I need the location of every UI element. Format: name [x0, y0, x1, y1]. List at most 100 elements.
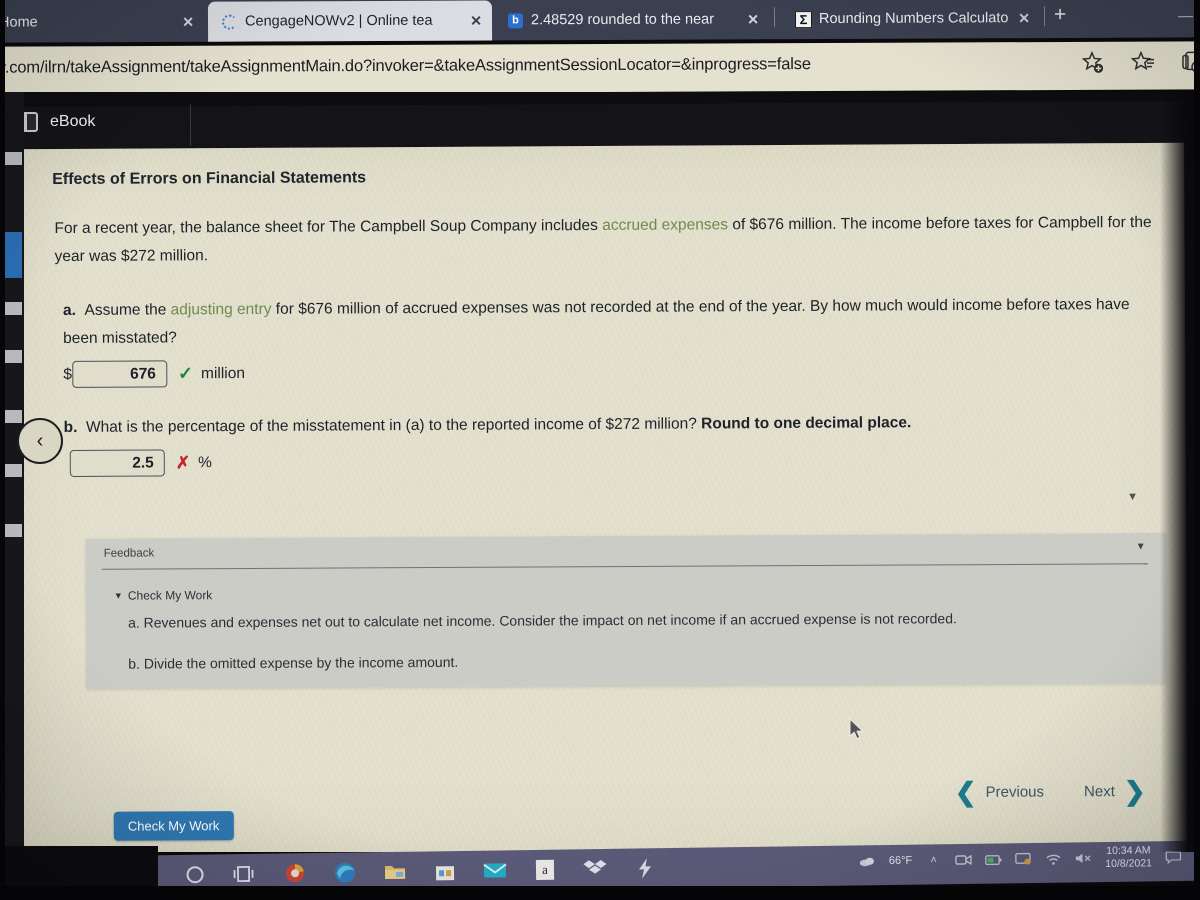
loading-spinner-icon	[221, 13, 238, 30]
monitor-screen: Home ✕ CengageNOWv2 | Online tea ✕ b 2.4…	[0, 0, 1200, 900]
feedback-collapse-caret-icon[interactable]: ▼	[1136, 541, 1146, 552]
browser-tab-home[interactable]: Home ✕	[0, 2, 204, 43]
close-icon[interactable]: ✕	[1018, 10, 1030, 27]
browser-toolbar-icons	[1080, 49, 1200, 76]
edge-icon[interactable]	[332, 859, 358, 885]
monitor-bezel-right	[1194, 0, 1200, 900]
page-viewport: eBook Effects of Errors on Financial Sta…	[0, 92, 1200, 852]
temperature-label: 66°F	[888, 854, 913, 868]
taskbar-icons: a	[150, 855, 658, 888]
new-tab-button[interactable]: +	[1054, 3, 1066, 26]
close-icon[interactable]: ✕	[747, 11, 759, 28]
tab-title: Rounding Numbers Calculato	[818, 10, 1009, 28]
lightning-icon[interactable]	[632, 855, 658, 881]
question-part-b: b. What is the percentage of the misstat…	[64, 408, 1168, 442]
check-my-work-toggle[interactable]: ▼ Check My Work	[114, 588, 212, 603]
cortana-circle-icon[interactable]	[182, 862, 208, 888]
incorrect-x-icon: ✗	[175, 452, 191, 472]
next-button[interactable]: Next ❯	[1083, 775, 1146, 807]
browser-tab-rounded[interactable]: b 2.48529 rounded to the near ✕	[494, 0, 769, 40]
overflow-chevron-icon[interactable]: ˄	[925, 852, 942, 869]
tab-title: 2.48529 rounded to the near	[530, 11, 715, 29]
browser-tab-rounding-calculator[interactable]: Σ Rounding Numbers Calculato ✕	[782, 0, 1040, 39]
tab-title: CengageNOWv2 | Online tea	[244, 12, 433, 30]
topbar-divider	[189, 103, 192, 147]
tab-title: Home	[0, 14, 38, 31]
chrome-icon[interactable]	[282, 860, 308, 886]
correct-checkmark-icon: ✓	[177, 363, 194, 384]
microsoft-store-icon[interactable]	[432, 858, 458, 884]
intro-text-part1: For a recent year, the balance sheet for…	[54, 216, 603, 238]
feedback-panel: Feedback ▼ ▼ Check My Work a. Revenues a…	[85, 533, 1167, 689]
file-explorer-icon[interactable]	[382, 859, 408, 885]
ebook-menu-item[interactable]: eBook	[22, 112, 95, 132]
ebook-label: eBook	[50, 113, 96, 130]
page-title: Effects of Errors on Financial Statement…	[52, 169, 367, 189]
amazon-icon[interactable]: a	[532, 857, 558, 883]
clock-date: 10/8/2021	[1105, 857, 1153, 870]
assignment-navigation: ❮ Previous Next ❯	[954, 775, 1146, 808]
part-a-label: a.	[62, 301, 76, 319]
accrued-expenses-link[interactable]: accrued expenses	[602, 216, 728, 234]
camera-icon[interactable]	[955, 851, 972, 868]
part-a-answer-row: $ ✓ million	[63, 355, 1167, 388]
part-b-unit: %	[197, 453, 212, 471]
svg-text:a: a	[542, 862, 548, 877]
task-view-icon[interactable]	[232, 861, 258, 887]
part-b-instruction: Round to one decimal place.	[701, 414, 912, 433]
chevron-left-icon: ❮	[954, 776, 977, 808]
monitor-bezel-left	[0, 0, 5, 900]
mail-icon[interactable]	[482, 857, 508, 883]
check-my-work-toggle-label: Check My Work	[127, 588, 213, 603]
speaker-muted-icon[interactable]	[1075, 850, 1092, 867]
part-a-answer-input[interactable]	[71, 360, 167, 388]
assignment-paper: Effects of Errors on Financial Statement…	[12, 142, 1188, 852]
feedback-line-a: a. Revenues and expenses net out to calc…	[128, 610, 957, 631]
previous-label: Previous	[985, 783, 1045, 801]
scroll-down-caret-icon[interactable]: ▼	[1127, 491, 1138, 503]
mouse-cursor	[848, 717, 866, 747]
taskbar-clock[interactable]: 10:34 AM 10/8/2021	[1105, 844, 1152, 871]
previous-button[interactable]: ❮ Previous	[954, 776, 1045, 808]
clock-time: 10:34 AM	[1106, 844, 1151, 857]
cloud-icon[interactable]	[859, 853, 876, 870]
url-input[interactable]: w.com/ilrn/takeAssignment/takeAssignment…	[0, 55, 811, 78]
feedback-line-b: b. Divide the omitted expense by the inc…	[128, 653, 459, 672]
assignment-content: Effects of Errors on Financial Statement…	[12, 143, 1186, 478]
part-b-answer-row: ✗ %	[69, 444, 1168, 477]
cengage-top-bar	[0, 100, 1200, 150]
currency-prefix: $	[63, 365, 72, 383]
add-favorite-icon[interactable]	[1080, 50, 1106, 76]
brainly-icon: b	[507, 12, 524, 29]
check-my-work-button[interactable]: Check My Work	[113, 811, 234, 841]
display-icon[interactable]	[1015, 851, 1032, 868]
dropbox-icon[interactable]	[582, 856, 608, 882]
close-icon[interactable]: ✕	[470, 12, 482, 29]
question-intro: For a recent year, the balance sheet for…	[54, 209, 1166, 271]
tab-separator	[773, 7, 776, 28]
battery-icon[interactable]	[985, 851, 1002, 868]
adjusting-entry-link[interactable]: adjusting entry	[171, 301, 272, 319]
chevron-down-icon: ▼	[113, 590, 123, 601]
chevron-right-icon: ❯	[1123, 775, 1146, 807]
wifi-icon[interactable]	[1045, 850, 1062, 867]
favorites-list-icon[interactable]	[1130, 50, 1156, 76]
tab-separator	[1043, 6, 1046, 27]
feedback-label: Feedback	[103, 547, 155, 560]
browser-tab-strip: Home ✕ CengageNOWv2 | Online tea ✕ b 2.4…	[0, 0, 1200, 43]
browser-tab-cengagenow[interactable]: CengageNOWv2 | Online tea ✕	[207, 0, 493, 42]
part-b-answer-input[interactable]	[69, 449, 165, 477]
sidebar-collapse-button[interactable]: ‹	[17, 418, 63, 464]
minimize-window-button[interactable]: —	[1178, 7, 1193, 24]
part-a-text-1: Assume the	[84, 301, 171, 319]
question-part-a: a. Assume the adjusting entry for $676 m…	[63, 291, 1167, 353]
close-icon[interactable]: ✕	[182, 13, 194, 30]
book-icon	[22, 112, 38, 132]
system-tray: 66°F ˄ 10:34 AM 10/8/2021	[859, 844, 1182, 875]
browser-address-bar: w.com/ilrn/takeAssignment/takeAssignment…	[0, 41, 1200, 95]
sigma-icon: Σ	[794, 10, 813, 28]
part-b-text: What is the percentage of the misstateme…	[85, 415, 702, 436]
feedback-divider	[101, 563, 1148, 570]
next-label: Next	[1083, 782, 1115, 800]
part-a-unit: million	[200, 364, 245, 382]
